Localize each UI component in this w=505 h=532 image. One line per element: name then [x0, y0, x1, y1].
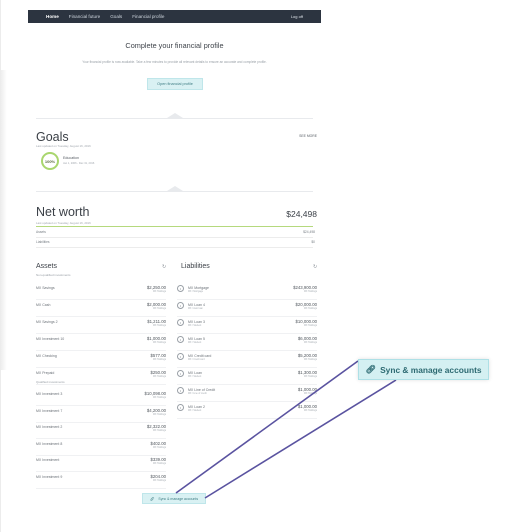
- callout-arrows: [175, 360, 397, 499]
- sync-callout-label: Sync & manage accounts: [380, 364, 482, 375]
- callout-line-top: [175, 360, 359, 494]
- callout-line-bottom: [204, 379, 397, 499]
- link-icon: 🔗︎: [365, 364, 377, 374]
- sync-manage-accounts-callout[interactable]: 🔗︎ Sync & manage accounts: [358, 359, 489, 380]
